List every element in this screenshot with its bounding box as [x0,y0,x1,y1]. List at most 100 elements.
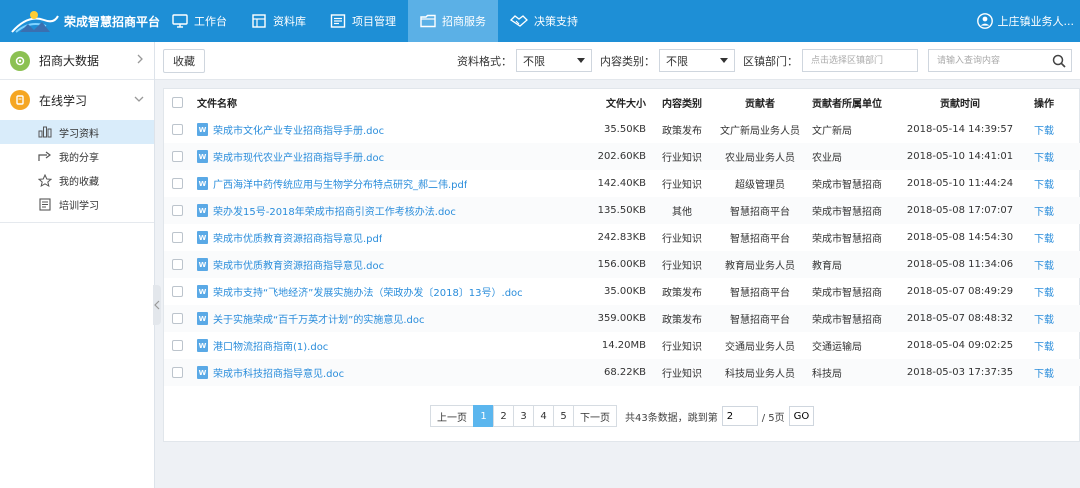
download-link[interactable]: 下载 [1034,261,1054,272]
file-name-link[interactable]: 广西海洋中药传统应用与生物学分布特点研究_郝二伟.pdf [213,176,467,191]
table-row: W 港口物流招商指南(1).doc 14.20MB 行业知识 交通局业务人员 交通运输局 2… [164,332,1080,359]
sidebar-item-training[interactable]: 培训学习 [0,192,154,216]
file-name-link[interactable]: 荣成市支持“飞地经济”发展实施办法（荣政办发〔2018〕13号）.doc [213,284,523,299]
prev-page-button[interactable]: 上一页 [430,405,474,427]
row-checkbox[interactable] [172,231,183,243]
file-name-cell: W 荣成市科技招商指导意见.doc [191,359,574,386]
caret-down-icon [720,58,728,63]
download-link[interactable]: 下载 [1034,207,1054,218]
contributor: 智慧招商平台 [730,234,790,245]
download-link[interactable]: 下载 [1034,342,1054,353]
file-name-link[interactable]: 荣成市优质教育资源招商指导意见.pdf [213,230,382,245]
row-select-cell [164,170,191,197]
download-link[interactable]: 下载 [1034,288,1054,299]
download-link[interactable]: 下载 [1034,369,1054,380]
sidebar-collapse-handle[interactable] [153,285,161,325]
row-select-cell [164,359,191,386]
go-button[interactable]: GO [788,406,815,426]
top-navigation-bar: 荣成智慧招商平台 工作台 资料库 项目管理 招商服务 决策支持 上庄镇业务人... [0,0,1080,42]
category-select[interactable]: 不限 [659,49,735,72]
file-name-link[interactable]: 荣成市优质教育资源招商指导意见.doc [213,257,384,272]
next-page-button[interactable]: 下一页 [573,405,617,427]
row-checkbox[interactable] [172,177,183,189]
nav-item-0[interactable]: 工作台 [160,0,239,42]
download-link[interactable]: 下载 [1034,315,1054,326]
sidebar-item-study-materials[interactable]: 学习资料 [0,120,154,144]
download-link[interactable]: 下载 [1034,126,1054,137]
page-button-1[interactable]: 1 [473,405,494,427]
page-button-3[interactable]: 3 [513,405,534,427]
caret-down-icon [577,58,585,63]
row-checkbox[interactable] [172,366,183,378]
row-checkbox[interactable] [172,123,183,135]
dept-input[interactable] [802,49,918,72]
page-jump-input[interactable] [721,406,758,426]
file-name-link[interactable]: 关于实施荣成“百千万英才计划”的实施意见.doc [213,311,425,326]
contributor: 交通局业务人员 [725,342,795,353]
contribution-time: 2018-05-03 17:37:35 [898,359,1022,386]
row-checkbox[interactable] [172,285,183,297]
contributor-unit: 荣成市智慧招商 [812,234,882,245]
page-button-4[interactable]: 4 [533,405,554,427]
user-name: 上庄镇业务人... [997,15,1075,28]
page-button-5[interactable]: 5 [553,405,574,427]
row-select-cell [164,116,191,143]
search-icon[interactable] [1050,52,1068,70]
sidebar-item-my-favorites[interactable]: 我的收藏 [0,168,154,192]
row-checkbox[interactable] [172,339,183,351]
contribution-time: 2018-05-08 17:07:07 [898,197,1022,224]
content-type: 其他 [650,197,714,224]
format-select[interactable]: 不限 [516,49,592,72]
contributor: 农业局业务人员 [714,143,806,170]
select-all-checkbox[interactable] [172,96,183,108]
contribution-time: 2018-05-10 11:44:24 [906,178,1014,189]
sidebar-group-bigdata[interactable]: 招商大数据 [0,42,154,80]
word-file-icon: W [197,258,208,271]
nav-item-1[interactable]: 资料库 [239,0,318,42]
study-icon [10,90,30,110]
row-select-cell [164,143,191,170]
page-button-2[interactable]: 2 [493,405,514,427]
contributor: 智慧招商平台 [730,288,790,299]
op-cell: 下载 [1022,116,1080,143]
contributor: 超级管理员 [735,180,785,191]
file-size: 359.00KB [574,305,650,332]
word-file-icon: W [197,339,208,352]
file-name-link[interactable]: 荣成市现代农业产业招商指导手册.doc [213,149,384,164]
main-nav: 工作台 资料库 项目管理 招商服务 决策支持 [160,0,590,42]
op-cell: 下载 [1022,224,1080,251]
favorite-button[interactable]: 收藏 [163,48,205,73]
file-name-cell: W 广西海洋中药传统应用与生物学分布特点研究_郝二伟.pdf [191,170,574,197]
sidebar: 招商大数据 在线学习 学习资料 我的分享 我的收藏 培训学习 [0,42,155,488]
sidebar-item-my-share[interactable]: 我的分享 [0,144,154,168]
file-name-link[interactable]: 荣办发15号-2018年荣成市招商引资工作考核办法.doc [213,203,456,218]
file-name-link[interactable]: 荣成市科技招商指导意见.doc [213,365,344,380]
contributor: 科技局业务人员 [714,359,806,386]
nav-item-2[interactable]: 项目管理 [318,0,408,42]
contributor-unit: 交通运输局 [812,342,862,353]
user-menu[interactable]: 上庄镇业务人... [976,13,1080,29]
contributor-unit: 荣成市智慧招商 [812,288,882,299]
select-all-cell [164,89,191,116]
row-checkbox[interactable] [172,258,183,270]
download-link[interactable]: 下载 [1034,153,1054,164]
category-label: 内容类别： [600,54,655,68]
row-checkbox[interactable] [172,150,183,162]
file-name-cell: W 荣成市文化产业专业招商指导手册.doc [191,116,574,143]
file-name-link[interactable]: 荣成市文化产业专业招商指导手册.doc [213,122,384,137]
project-icon [330,14,352,28]
share-icon [38,151,51,161]
sidebar-group-study[interactable]: 在线学习 [0,80,154,120]
dept-label: 区镇部门： [743,54,798,68]
download-link[interactable]: 下载 [1034,180,1054,191]
col-header-name: 文件名称 [197,99,237,110]
handshake-icon [510,14,534,28]
row-checkbox[interactable] [172,204,183,216]
download-link[interactable]: 下载 [1034,234,1054,245]
row-checkbox[interactable] [172,312,183,324]
file-size: 14.20MB [601,340,646,351]
nav-item-3[interactable]: 招商服务 [408,0,498,42]
file-name-link[interactable]: 港口物流招商指南(1).doc [213,338,328,353]
col-header-op: 操作 [1034,99,1054,110]
nav-item-4[interactable]: 决策支持 [498,0,590,42]
